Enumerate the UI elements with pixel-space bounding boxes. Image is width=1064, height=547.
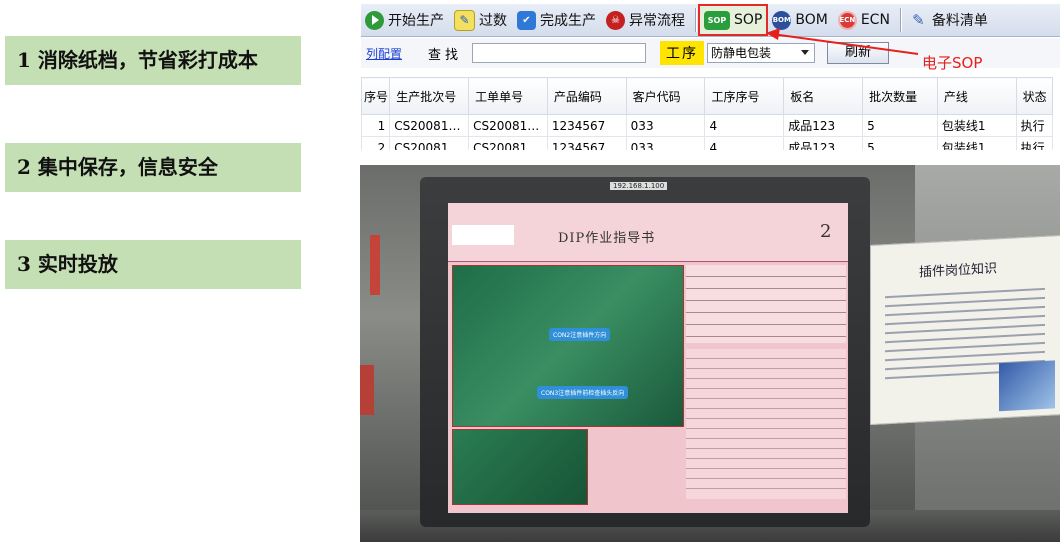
column-header[interactable]: 板名 (783, 77, 864, 115)
pcb-image: CON2注意插件方向 CON3注意插件前检查插头反向 (452, 265, 684, 427)
photo-object (360, 365, 374, 415)
table-cell: 1234567 (546, 136, 627, 150)
table-cell: CS200814-... (468, 136, 548, 150)
bom-label: BOM (795, 12, 828, 28)
sop-header: DIP作业指导书 2 (448, 203, 848, 262)
poster-title: 插件岗位知识 (919, 261, 998, 281)
feature-item-2: 2 集中保存，信息安全 (5, 143, 301, 192)
wall-poster: 插件岗位知识 (870, 234, 1060, 426)
sop-button[interactable]: SOP SOP (697, 4, 769, 36)
feature-item-1: 1 消除纸档，节省彩打成本 (5, 36, 301, 85)
chevron-down-icon (801, 50, 810, 55)
ecn-label: ECN (860, 12, 890, 28)
annotation-label: 电子SOP (922, 54, 983, 72)
checkmark-icon: ✔ (517, 10, 536, 30)
ecn-button[interactable]: ECN ECN (834, 6, 894, 34)
column-header[interactable]: 工序序号 (704, 77, 785, 115)
table-cell: 033 (625, 136, 706, 150)
column-header[interactable]: 工单单号 (468, 77, 548, 115)
material-list-button[interactable]: ✎ 备料清单 (905, 6, 992, 34)
alert-skull-icon: ☠ (606, 10, 625, 30)
monitor: 192.168.1.100 DIP作业指导书 2 CON2注意插件方向 CON3… (420, 177, 870, 527)
exception-flow-button[interactable]: ☠ 异常流程 (602, 6, 689, 34)
sop-icon: SOP (704, 10, 730, 30)
start-production-button[interactable]: 开始生产 (361, 6, 448, 34)
pcb-callout: CON2注意插件方向 (549, 328, 611, 341)
column-header[interactable]: 序号 (361, 77, 391, 115)
exception-flow-label: 异常流程 (629, 13, 685, 29)
process-label: 工序 (660, 41, 705, 65)
bom-icon: BOM (772, 10, 792, 30)
table-cell: 5 (862, 114, 938, 137)
sop-label: SOP (734, 12, 763, 28)
table-cell: 2 (361, 136, 391, 150)
table-cell: 成品123 (783, 136, 864, 150)
toolbar: 开始生产 ✎ 过数 ✔ 完成生产 ☠ 异常流程 SOP SOP BOM BOM … (361, 4, 1060, 37)
table-cell: 4 (704, 114, 785, 137)
column-header[interactable]: 生产批次号 (389, 77, 470, 115)
bom-button[interactable]: BOM BOM (768, 6, 831, 34)
sop-parts-table (686, 265, 846, 343)
monitor-screen: DIP作业指导书 2 CON2注意插件方向 CON3注意插件前检查插头反向 (448, 203, 848, 513)
table-row[interactable]: 2 CS200814-... CS200814-... 1234567 033 … (361, 136, 1054, 150)
ecn-icon: ECN (837, 10, 857, 30)
material-list-label: 备料清单 (931, 13, 988, 29)
column-header[interactable]: 批次数量 (862, 77, 938, 115)
table-cell: 033 (625, 114, 706, 137)
table-header-row: 序号 生产批次号 工单单号 产品编码 客户代码 工序序号 板名 批次数量 产线 … (361, 77, 1054, 115)
count-label: 过数 (479, 13, 507, 29)
production-table: 序号 生产批次号 工单单号 产品编码 客户代码 工序序号 板名 批次数量 产线 … (361, 77, 1054, 150)
feature-item-3: 3 实时投放 (5, 240, 301, 289)
table-cell: 1 (361, 114, 391, 137)
column-header[interactable]: 产线 (936, 77, 1017, 115)
count-button[interactable]: ✎ 过数 (450, 6, 511, 34)
sop-page-number: 2 (820, 221, 832, 242)
table-cell: 成品123 (783, 114, 864, 137)
column-config-link[interactable]: 列配置 (366, 45, 402, 62)
sop-notes (686, 349, 846, 499)
toolbar-separator (899, 8, 901, 32)
redacted-logo (452, 225, 514, 245)
process-select[interactable]: 防静电包装 (707, 43, 816, 63)
sop-title: DIP作业指导书 (558, 231, 656, 246)
finish-production-button[interactable]: ✔ 完成生产 (513, 6, 600, 34)
column-header[interactable]: 产品编码 (546, 77, 627, 115)
pcb-callout: CON3注意插件前检查插头反向 (537, 386, 629, 399)
column-header[interactable]: 状态 (1015, 77, 1054, 115)
refresh-button[interactable]: 刷新 (827, 42, 890, 64)
find-label: 查找 (428, 47, 463, 63)
table-cell: 5 (862, 136, 938, 150)
photo-object (370, 235, 380, 295)
toolbar-separator (695, 8, 696, 32)
start-production-label: 开始生产 (388, 13, 444, 29)
table-cell: 1234567 (546, 114, 627, 137)
count-icon: ✎ (454, 9, 475, 31)
table-cell: 执行 (1015, 114, 1054, 137)
mes-app-window: 开始生产 ✎ 过数 ✔ 完成生产 ☠ 异常流程 SOP SOP BOM BOM … (361, 4, 1060, 150)
table-cell: CS200814-... (389, 114, 470, 137)
poster-image (999, 360, 1055, 412)
monitor-ip-label: 192.168.1.100 (610, 182, 668, 190)
workstation-photo: 插件岗位知识 192.168.1.100 DIP作业指导书 2 CON2注意插件… (360, 165, 1060, 542)
table-cell: 包装线1 (936, 136, 1017, 150)
material-list-icon: ✎ (912, 11, 925, 29)
process-select-value: 防静电包装 (711, 46, 772, 60)
table-cell: 包装线1 (936, 114, 1017, 137)
column-header[interactable]: 客户代码 (625, 77, 706, 115)
play-icon (365, 10, 384, 30)
finish-production-label: 完成生产 (540, 13, 596, 29)
pcb-detail-image (452, 429, 588, 505)
table-cell: 4 (704, 136, 785, 150)
table-cell: 执行 (1015, 136, 1054, 150)
table-row[interactable]: 1 CS200814-... CS200814-... 1234567 033 … (361, 114, 1054, 137)
table-cell: CS200814-... (389, 136, 470, 150)
table-cell: CS200814-... (468, 114, 548, 137)
find-input[interactable] (472, 43, 647, 63)
